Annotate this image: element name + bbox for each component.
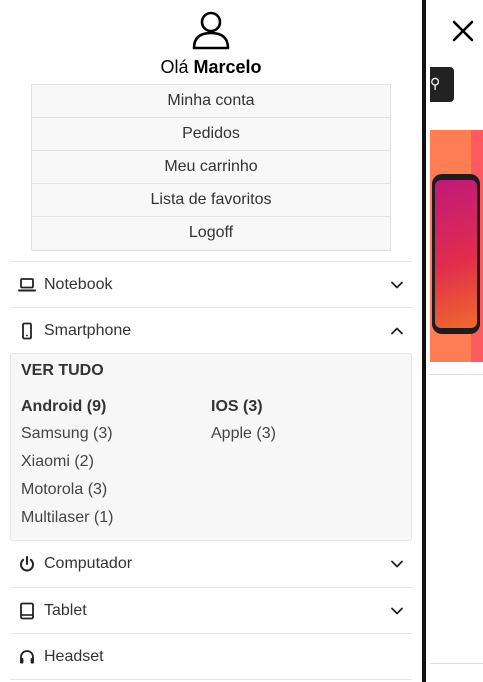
subcategory-item[interactable]: Samsung (3) [21, 425, 211, 453]
smartphone-submenu: VER TUDO Android (9) Samsung (3) Xiaomi … [10, 353, 412, 541]
divider [430, 374, 483, 375]
power-icon [18, 555, 36, 573]
account-item-favoritos[interactable]: Lista de favoritos [32, 184, 390, 217]
chevron-down-icon [391, 607, 403, 614]
subcategory-group-ios: IOS (3) Apple (3) [211, 398, 401, 537]
subcategory-item[interactable]: Motorola (3) [21, 481, 211, 509]
account-item-pedidos[interactable]: Pedidos [32, 118, 390, 151]
tablet-icon [18, 602, 36, 620]
category-label: Smartphone [44, 321, 132, 339]
headset-icon [18, 648, 36, 666]
background-search-button: ⚲ [430, 67, 454, 102]
category-label: Headset [44, 647, 104, 665]
subcategory-heading[interactable]: Android (9) [21, 398, 211, 416]
divider [10, 679, 412, 680]
divider [430, 663, 483, 664]
subcategory-item[interactable]: Xiaomi (2) [21, 453, 211, 481]
account-item-minha-conta[interactable]: Minha conta [32, 85, 390, 118]
category-label: Computador [44, 555, 133, 572]
category-list: Notebook Smartphone VER TUDO Android (9)… [0, 261, 422, 680]
chevron-down-icon [391, 560, 403, 568]
category-computador[interactable]: Computador [10, 541, 412, 587]
smartphone-icon [18, 322, 36, 340]
subcategory-group-android: Android (9) Samsung (3) Xiaomi (2) Motor… [21, 398, 211, 537]
side-drawer: Olá Marcelo Minha conta Pedidos Meu carr… [0, 0, 426, 682]
user-greeting: Olá Marcelo [0, 57, 422, 78]
chevron-down-icon [391, 281, 403, 288]
category-label: Notebook [44, 275, 113, 293]
category-tablet[interactable]: Tablet [10, 587, 412, 633]
close-menu-button[interactable] [447, 15, 479, 47]
account-item-meu-carrinho[interactable]: Meu carrinho [32, 151, 390, 184]
close-icon [452, 20, 474, 42]
user-block: Olá Marcelo [0, 0, 422, 78]
account-menu: Minha conta Pedidos Meu carrinho Lista d… [31, 84, 391, 251]
chevron-up-icon [391, 327, 403, 334]
category-headset[interactable]: Headset [10, 633, 412, 679]
laptop-icon [18, 276, 36, 294]
greeting-prefix: Olá [160, 57, 189, 77]
category-label: Tablet [44, 601, 87, 619]
subcategory-item[interactable]: Apple (3) [211, 425, 401, 453]
subcategory-item[interactable]: Multilaser (1) [21, 509, 211, 537]
user-name: Marcelo [193, 57, 262, 77]
banner-phone-image [432, 174, 480, 334]
account-item-logoff[interactable]: Logoff [32, 217, 390, 250]
category-smartphone[interactable]: Smartphone [10, 307, 412, 353]
category-notebook[interactable]: Notebook [10, 261, 412, 307]
subcategory-heading[interactable]: IOS (3) [211, 398, 401, 416]
see-all-link[interactable]: VER TUDO [21, 362, 401, 380]
user-icon [192, 11, 230, 50]
